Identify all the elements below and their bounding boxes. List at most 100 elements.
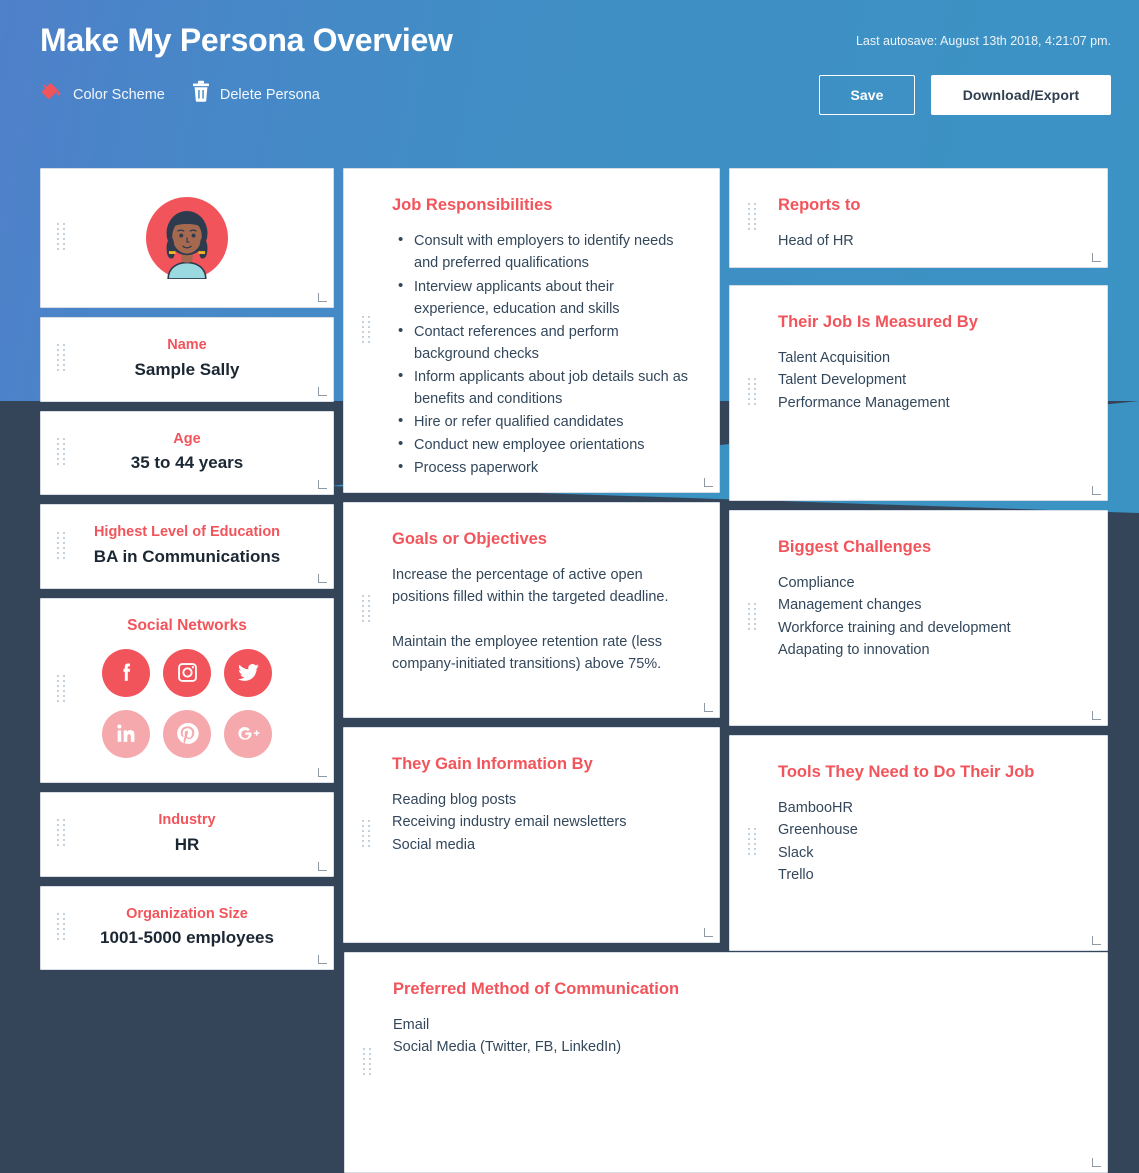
save-button[interactable]: Save (819, 75, 915, 115)
resize-handle-icon[interactable] (1092, 486, 1101, 495)
drag-handle-icon[interactable] (57, 675, 66, 705)
right-column: Reports to Head of HR Their Job Is Measu… (729, 168, 1108, 951)
card-body: Reading blog posts Receiving industry em… (392, 789, 689, 855)
card-title: Reports to (778, 196, 861, 214)
page-header: Make My Persona Overview Last autosave: … (0, 0, 1139, 160)
resize-handle-icon[interactable] (704, 703, 713, 712)
responsibilities-list: Consult with employers to identify needs… (392, 229, 689, 479)
list-item: Slack (778, 844, 814, 861)
linkedin-icon[interactable] (102, 709, 150, 758)
card-preferred-communication[interactable]: Preferred Method of Communication Email … (344, 952, 1108, 1173)
list-item: Management changes (778, 597, 922, 614)
field-card-age[interactable]: Age 35 to 44 years (40, 410, 334, 496)
list-item: Consult with employers to identify needs… (392, 229, 689, 274)
card-title: They Gain Information By (392, 755, 593, 773)
resize-handle-icon[interactable] (1092, 936, 1101, 945)
field-value: BA in Communications (93, 546, 281, 566)
persona-board: Name Sample Sally Age 35 to 44 years Hig… (40, 168, 1108, 971)
card-body: Consult with employers to identify needs… (392, 229, 689, 479)
facebook-icon[interactable] (102, 648, 150, 697)
resize-handle-icon[interactable] (1092, 711, 1101, 720)
download-export-button[interactable]: Download/Export (931, 75, 1111, 115)
pinterest-icon[interactable] (163, 709, 211, 758)
card-reports-to[interactable]: Reports to Head of HR (729, 168, 1108, 268)
resize-handle-icon[interactable] (318, 480, 327, 490)
card-biggest-challenges[interactable]: Biggest Challenges Compliance Management… (729, 510, 1108, 726)
card-goals[interactable]: Goals or Objectives Increase the percent… (343, 502, 720, 718)
card-gain-information[interactable]: They Gain Information By Reading blog po… (343, 727, 720, 943)
list-item: Compliance (778, 575, 855, 592)
list-item: Talent Acquisition (778, 350, 891, 367)
instagram-icon[interactable] (163, 648, 211, 697)
resize-handle-icon[interactable] (704, 478, 713, 487)
header-buttons: Save Download/Export (819, 75, 1111, 115)
card-tools[interactable]: Tools They Need to Do Their Job BambooHR… (729, 735, 1108, 951)
drag-handle-icon[interactable] (362, 595, 371, 625)
card-body: Talent Acquisition Talent Development Pe… (778, 347, 1077, 413)
card-body: BambooHR Greenhouse Slack Trello (778, 797, 1077, 885)
field-card-org-size[interactable]: Organization Size 1001-5000 employees (40, 885, 334, 971)
list-item: Contact references and perform backgroun… (392, 320, 689, 365)
drag-handle-icon[interactable] (57, 819, 66, 849)
list-item: Conduct new employee orientations (392, 433, 689, 456)
social-networks-title: Social Networks (127, 616, 247, 634)
list-item: Process paperwork (392, 456, 689, 479)
drag-handle-icon[interactable] (362, 315, 371, 346)
list-item: Greenhouse (778, 822, 858, 839)
resize-handle-icon[interactable] (1092, 253, 1101, 262)
list-item: BambooHR (778, 800, 853, 817)
autosave-status: Last autosave: August 13th 2018, 4:21:07… (855, 34, 1111, 48)
twitter-icon[interactable] (224, 648, 272, 697)
field-label: Name (167, 337, 207, 353)
delete-persona-button[interactable]: Delete Persona (191, 80, 320, 109)
card-title: Goals or Objectives (392, 530, 547, 548)
middle-column: Job Responsibilities Consult with employ… (343, 168, 720, 943)
resize-handle-icon[interactable] (704, 928, 713, 937)
list-item: Interview applicants about their experie… (392, 274, 689, 320)
field-value: HR (174, 834, 200, 854)
drag-handle-icon[interactable] (748, 378, 757, 408)
drag-handle-icon[interactable] (748, 203, 757, 233)
list-item: Receiving industry email newsletters (392, 814, 627, 831)
drag-handle-icon[interactable] (57, 344, 66, 374)
color-scheme-button[interactable]: Color Scheme (40, 80, 165, 109)
list-item: Performance Management (778, 394, 950, 411)
card-body: Email Social Media (Twitter, FB, LinkedI… (393, 1014, 1077, 1058)
header-actions: Color Scheme Delete Persona (40, 80, 320, 109)
resize-handle-icon[interactable] (1092, 1158, 1101, 1167)
drag-handle-icon[interactable] (748, 603, 757, 633)
resize-handle-icon[interactable] (318, 573, 327, 583)
page-title: Make My Persona Overview (40, 22, 453, 58)
card-title: Tools They Need to Do Their Job (778, 763, 1035, 781)
app-root: Make My Persona Overview Last autosave: … (0, 0, 1139, 1173)
list-item: Adapating to innovation (778, 641, 930, 658)
card-job-responsibilities[interactable]: Job Responsibilities Consult with employ… (343, 168, 720, 493)
resize-handle-icon[interactable] (318, 293, 327, 302)
resize-handle-icon[interactable] (318, 386, 327, 396)
drag-handle-icon[interactable] (362, 820, 371, 850)
resize-handle-icon[interactable] (318, 767, 327, 777)
drag-handle-icon[interactable] (57, 531, 66, 562)
list-item: Head of HR (778, 233, 854, 250)
resize-handle-icon[interactable] (318, 955, 327, 965)
field-value: 35 to 44 years (130, 453, 244, 473)
list-item: Trello (778, 866, 814, 883)
drag-handle-icon[interactable] (57, 223, 66, 253)
drag-handle-icon[interactable] (57, 912, 66, 943)
field-card-education[interactable]: Highest Level of Education BA in Communi… (40, 504, 334, 589)
avatar-card[interactable] (40, 168, 334, 308)
drag-handle-icon[interactable] (748, 828, 757, 858)
field-card-industry[interactable]: Industry HR (40, 791, 334, 877)
card-measured-by[interactable]: Their Job Is Measured By Talent Acquisit… (729, 285, 1108, 501)
drag-handle-icon[interactable] (57, 437, 66, 468)
card-title: Biggest Challenges (778, 538, 932, 556)
drag-handle-icon[interactable] (363, 1047, 372, 1078)
card-body: Increase the percentage of active open p… (392, 564, 689, 674)
list-item: Social Media (Twitter, FB, LinkedIn) (393, 1039, 622, 1056)
social-networks-card[interactable]: Social Networks (40, 597, 334, 783)
field-value: 1001-5000 employees (100, 928, 274, 948)
field-card-name[interactable]: Name Sample Sally (40, 317, 334, 402)
googleplus-icon[interactable] (224, 709, 272, 758)
list-item: Workforce training and development (778, 619, 1011, 636)
resize-handle-icon[interactable] (318, 861, 327, 871)
